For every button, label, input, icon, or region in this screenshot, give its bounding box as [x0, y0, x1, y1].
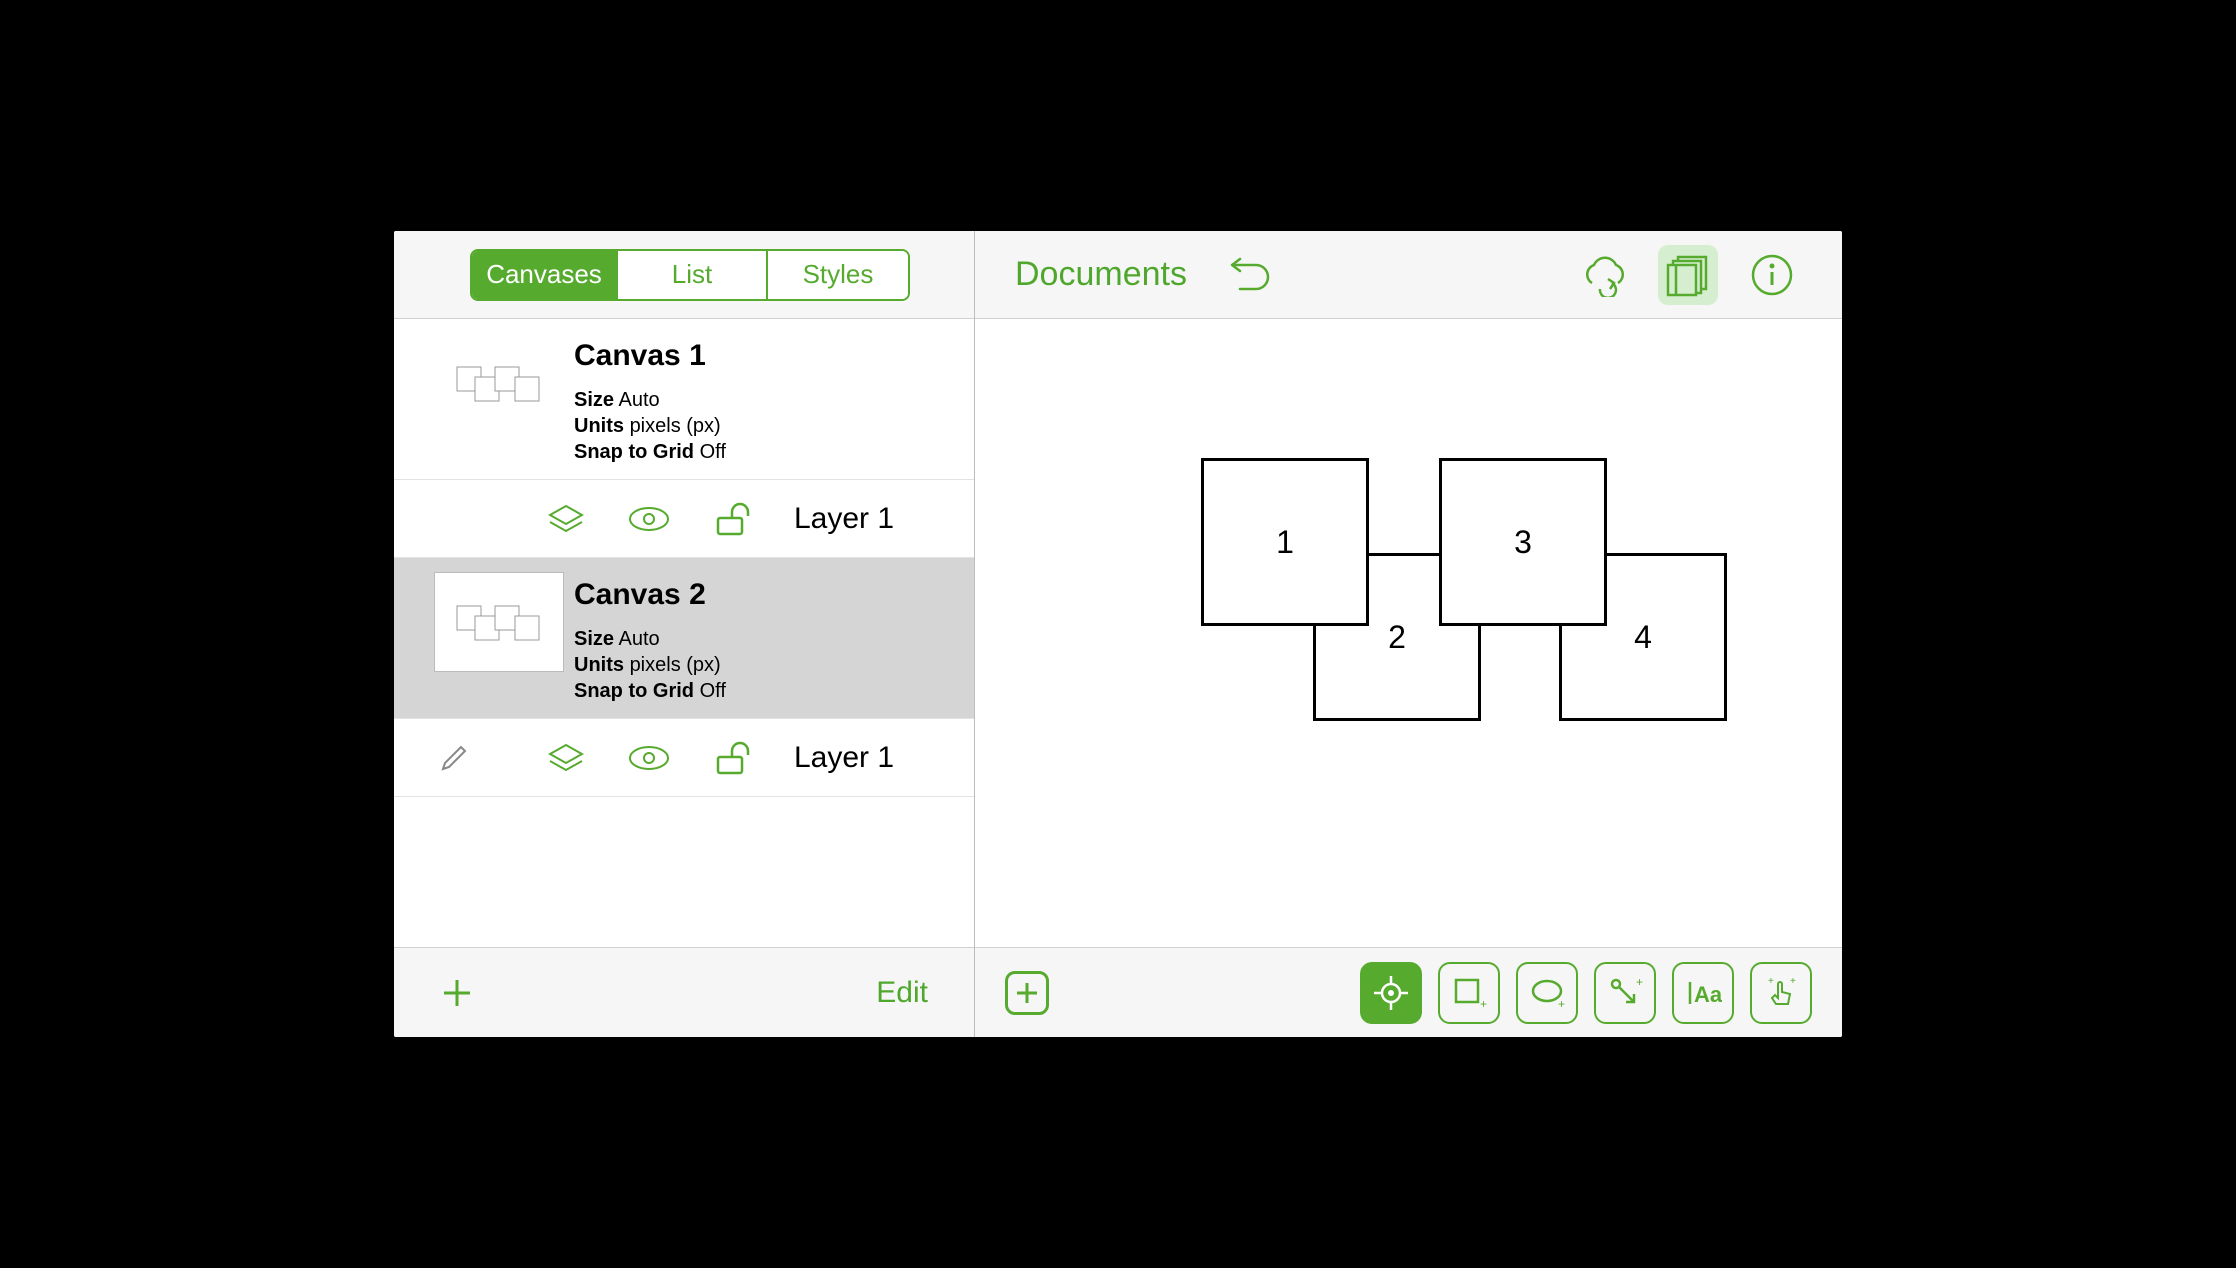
layer-name: Layer 1: [794, 502, 894, 536]
sidebar-segmented-control: Canvases List Styles: [470, 249, 910, 301]
svg-text:+: +: [1768, 976, 1774, 987]
add-button[interactable]: [440, 976, 474, 1010]
layers-stack-icon[interactable]: [548, 504, 584, 534]
eye-icon[interactable]: [628, 745, 670, 771]
main-bottom-toolbar: + + + Aa ++: [975, 947, 1842, 1037]
svg-text:+: +: [1636, 975, 1643, 989]
canvases-panel-icon[interactable]: [1658, 245, 1718, 305]
layers-stack-icon[interactable]: [548, 743, 584, 773]
canvas-shape[interactable]: 3: [1439, 458, 1607, 626]
svg-text:+: +: [1790, 976, 1796, 987]
layer-row[interactable]: Layer 1: [394, 480, 974, 558]
add-shape-button[interactable]: [1005, 971, 1049, 1015]
edit-button[interactable]: Edit: [876, 976, 928, 1010]
canvas-info: Canvas 2 Size Auto Units pixels (px) Sna…: [574, 572, 726, 704]
canvas-thumbnail: [434, 333, 564, 433]
sidebar: Canvases List Styles Canvas 1: [394, 231, 975, 1037]
canvas-item[interactable]: Canvas 1 Size Auto Units pixels (px) Sna…: [394, 319, 974, 480]
svg-text:+: +: [1480, 997, 1487, 1011]
svg-text:+: +: [1558, 997, 1565, 1011]
eye-icon[interactable]: [628, 506, 670, 532]
sidebar-tabs-bar: Canvases List Styles: [394, 231, 974, 319]
documents-button[interactable]: Documents: [1015, 255, 1187, 294]
canvas-thumbnail: [434, 572, 564, 672]
tool-ellipse[interactable]: +: [1516, 962, 1578, 1024]
canvas-title: Canvas 2: [574, 578, 726, 612]
cloud-sync-icon[interactable]: [1574, 245, 1634, 305]
canvas-title: Canvas 1: [574, 339, 726, 373]
pencil-icon[interactable]: [439, 743, 469, 773]
undo-button[interactable]: [1217, 245, 1277, 305]
canvas-meta: Size Auto Units pixels (px) Snap to Grid…: [574, 626, 726, 704]
canvas-area[interactable]: 1234: [975, 319, 1842, 947]
info-icon[interactable]: [1742, 245, 1802, 305]
tool-text[interactable]: Aa: [1672, 962, 1734, 1024]
unlock-icon[interactable]: [714, 741, 754, 775]
main-toolbar: Documents: [975, 231, 1842, 319]
tool-tap[interactable]: ++: [1750, 962, 1812, 1024]
app-frame: Canvases List Styles Canvas 1: [388, 225, 1848, 1043]
tool-connector[interactable]: +: [1594, 962, 1656, 1024]
layer-name: Layer 1: [794, 741, 894, 775]
canvas-info: Canvas 1 Size Auto Units pixels (px) Sna…: [574, 333, 726, 465]
unlock-icon[interactable]: [714, 502, 754, 536]
tab-canvases[interactable]: Canvases: [472, 251, 618, 299]
canvas-meta: Size Auto Units pixels (px) Snap to Grid…: [574, 387, 726, 465]
sidebar-bottom-bar: Edit: [394, 947, 974, 1037]
canvas-item[interactable]: Canvas 2 Size Auto Units pixels (px) Sna…: [394, 558, 974, 719]
tool-rectangle[interactable]: +: [1438, 962, 1500, 1024]
sidebar-content: Canvas 1 Size Auto Units pixels (px) Sna…: [394, 319, 974, 947]
main-panel: Documents 1234: [975, 231, 1842, 1037]
tab-styles[interactable]: Styles: [768, 251, 908, 299]
canvas-shape[interactable]: 1: [1201, 458, 1369, 626]
layer-row[interactable]: Layer 1: [394, 719, 974, 797]
tool-target[interactable]: [1360, 962, 1422, 1024]
svg-text:Aa: Aa: [1694, 982, 1722, 1007]
tab-list[interactable]: List: [618, 251, 768, 299]
